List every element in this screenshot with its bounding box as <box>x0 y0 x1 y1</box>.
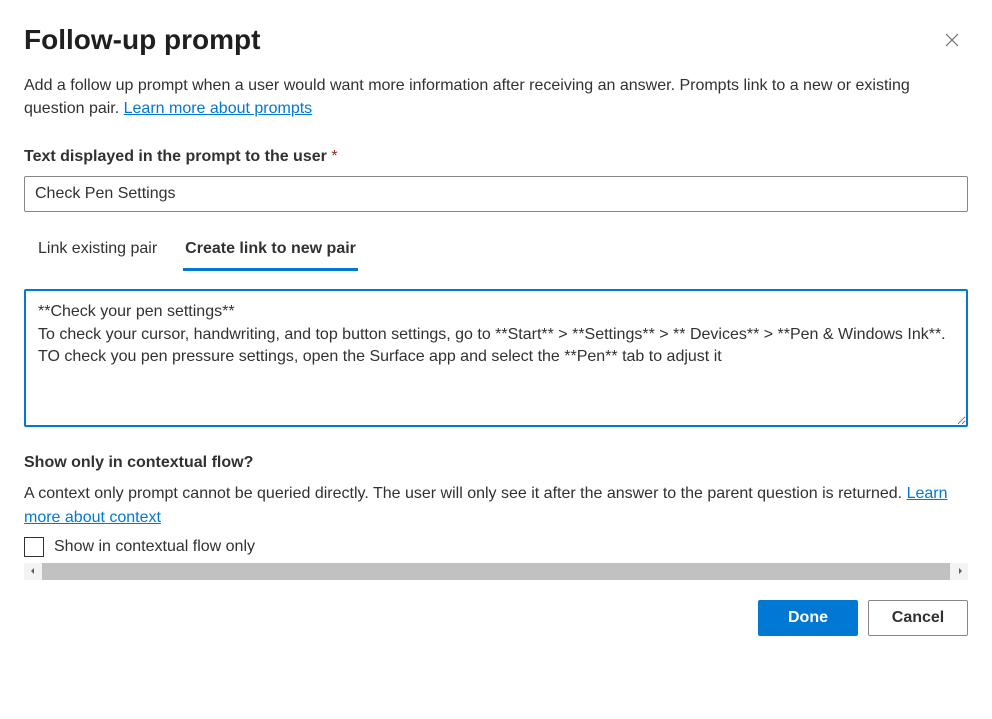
horizontal-scrollbar[interactable] <box>24 563 968 580</box>
contextual-checkbox-label[interactable]: Show in contextual flow only <box>54 538 255 556</box>
scroll-right-arrow[interactable] <box>951 563 968 580</box>
followup-prompt-dialog: Follow-up prompt Add a follow up prompt … <box>0 0 992 719</box>
display-text-input[interactable] <box>24 176 968 212</box>
tab-list: Link existing pair Create link to new pa… <box>24 234 968 271</box>
answer-textarea[interactable] <box>24 289 968 427</box>
tab-link-existing[interactable]: Link existing pair <box>36 234 159 271</box>
learn-more-prompts-link[interactable]: Learn more about prompts <box>124 100 313 117</box>
close-icon <box>945 33 959 47</box>
close-button[interactable] <box>936 24 968 56</box>
contextual-checkbox[interactable] <box>24 537 44 557</box>
done-button[interactable]: Done <box>758 600 858 636</box>
dialog-header: Follow-up prompt <box>24 24 968 56</box>
contextual-description: A context only prompt cannot be queried … <box>24 482 968 528</box>
triangle-left-icon <box>29 567 37 575</box>
contextual-heading: Show only in contextual flow? <box>24 454 968 472</box>
scroll-left-arrow[interactable] <box>24 563 41 580</box>
display-text-label: Text displayed in the prompt to the user… <box>24 148 968 166</box>
tab-create-new[interactable]: Create link to new pair <box>183 234 358 271</box>
dialog-description: Add a follow up prompt when a user would… <box>24 74 968 120</box>
required-indicator: * <box>331 148 337 165</box>
cancel-button[interactable]: Cancel <box>868 600 968 636</box>
dialog-footer: Done Cancel <box>24 600 968 636</box>
triangle-right-icon <box>956 567 964 575</box>
scroll-thumb[interactable] <box>42 563 950 580</box>
dialog-title: Follow-up prompt <box>24 24 260 56</box>
contextual-checkbox-row: Show in contextual flow only <box>24 537 968 557</box>
